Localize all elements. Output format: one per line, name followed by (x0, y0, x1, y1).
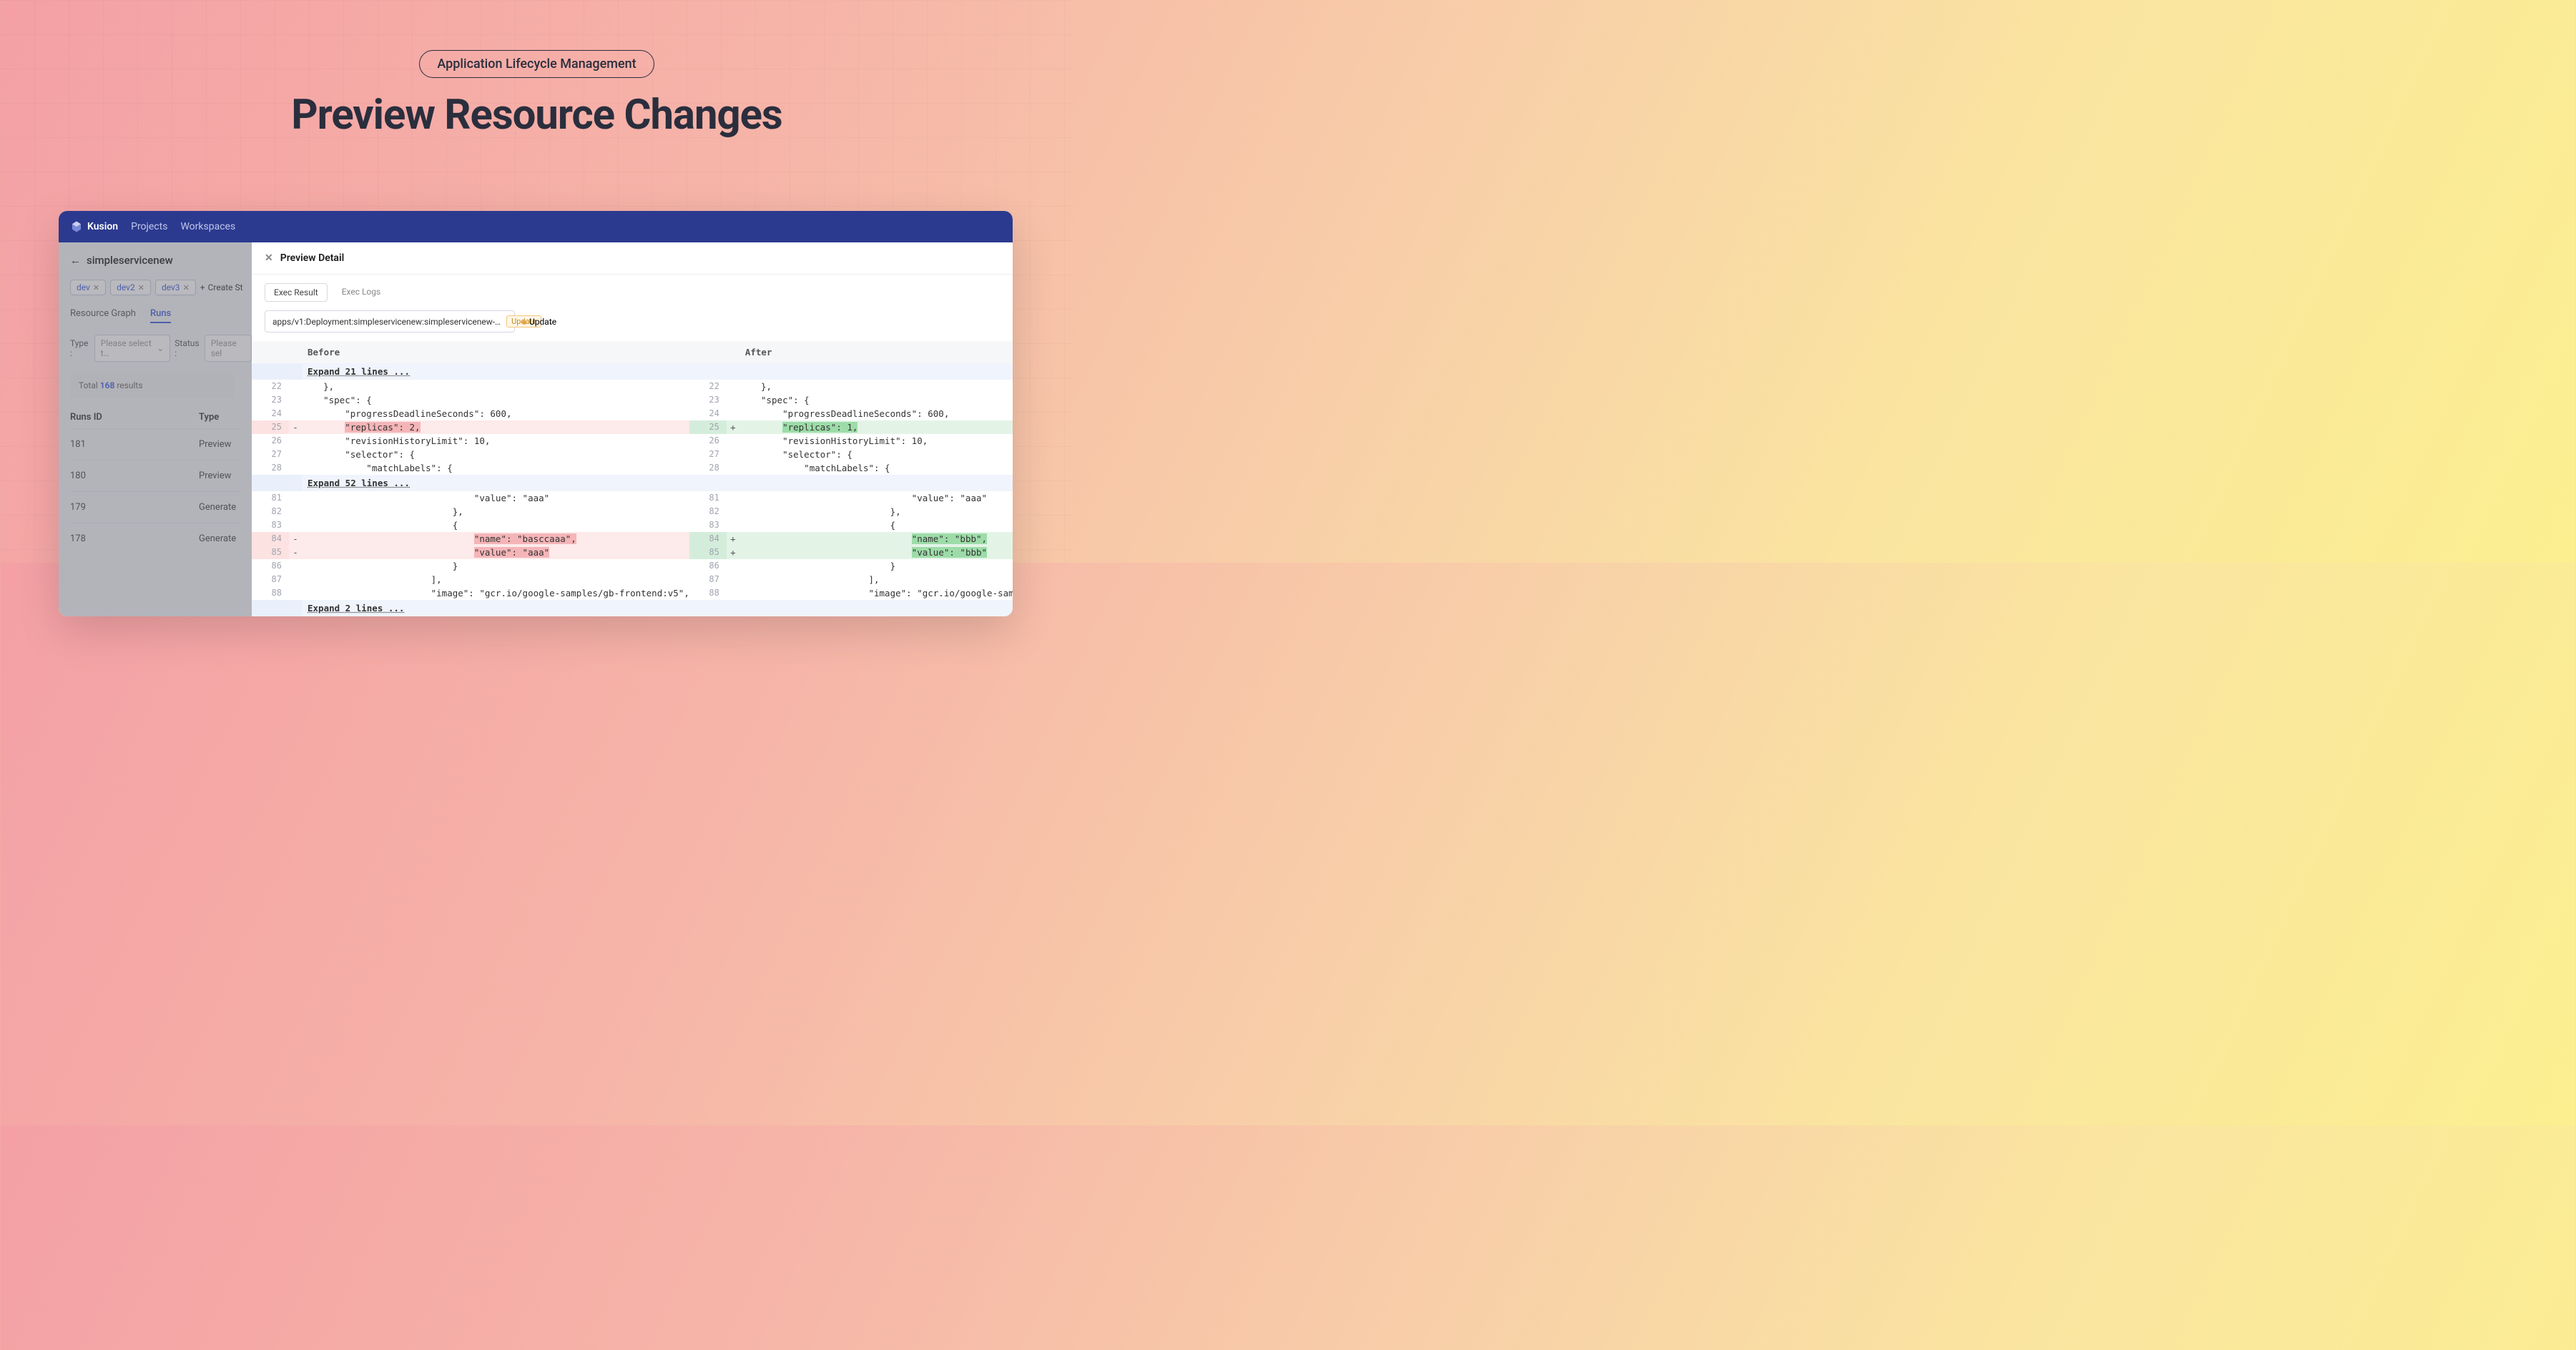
navbar: Kusion Projects Workspaces (59, 211, 1013, 242)
diff-line: 25- "replicas": 2,25+ "replicas": 1, (252, 420, 1013, 434)
diff-line: 85- "value": "aaa"85+ "value": "bbb" (252, 546, 1013, 559)
tab-exec-logs[interactable]: Exec Logs (333, 283, 390, 302)
close-icon[interactable]: ✕ (93, 283, 99, 292)
stack-tab-dev3[interactable]: dev3✕ (155, 280, 196, 295)
close-icon[interactable]: ✕ (183, 283, 190, 292)
expand-lines-button[interactable]: Expand 2 lines ... (252, 600, 1013, 616)
table-row[interactable]: 178Generate (70, 523, 242, 554)
diff-line: 84- "name": "basccaaa",84+ "name": "bbb"… (252, 532, 1013, 546)
diff-line: 26 "revisionHistoryLimit": 10,26 "revisi… (252, 434, 1013, 448)
diff-line: 27 "selector": {27 "selector": { (252, 448, 1013, 461)
brand-logo[interactable]: Kusion (70, 220, 118, 233)
plus-icon: + (200, 282, 205, 292)
table-row[interactable]: 181Preview (70, 428, 242, 460)
diff-line: 81 "value": "aaa"81 "value": "aaa" (252, 491, 1013, 505)
status-filter-select[interactable]: Please sel (205, 335, 252, 362)
diff-line: 83 {83 { (252, 518, 1013, 532)
stack-tab-dev2[interactable]: dev2✕ (110, 280, 151, 295)
close-icon[interactable]: ✕ (265, 252, 273, 264)
panel-title: Preview Detail (280, 252, 344, 264)
diff-line: 23 "spec": {23 "spec": { (252, 393, 1013, 407)
app-window: Kusion Projects Workspaces ← simpleservi… (59, 211, 1013, 616)
breadcrumb[interactable]: ← simpleservicenew (70, 254, 252, 267)
page-title: Preview Resource Changes (0, 91, 1073, 139)
diff-line: 22 },22 }, (252, 380, 1013, 393)
chevron-down-icon: ⌄ (157, 343, 164, 353)
nav-workspaces[interactable]: Workspaces (180, 221, 235, 232)
expand-lines-button[interactable]: Expand 21 lines ... (252, 363, 1013, 380)
tab-resource-graph[interactable]: Resource Graph (70, 308, 136, 323)
diff-line: 86 }86 } (252, 559, 1013, 573)
tab-exec-result[interactable]: Exec Result (265, 283, 328, 302)
diff-line: 28 "matchLabels": {28 "matchLabels": { (252, 461, 1013, 475)
preview-detail-panel: ✕ Preview Detail Exec Result Exec Logs a… (252, 242, 1013, 616)
stack-tab-dev[interactable]: dev✕ (70, 280, 106, 295)
brand-name: Kusion (87, 221, 118, 232)
status-label: Update (522, 317, 556, 327)
expand-lines-button[interactable]: Expand 52 lines ... (252, 475, 1013, 491)
breadcrumb-label: simpleservicenew (87, 254, 173, 267)
nav-projects[interactable]: Projects (131, 221, 167, 232)
diff-line: 24 "progressDeadlineSeconds": 600,24 "pr… (252, 407, 1013, 420)
brand-icon (70, 220, 83, 233)
diff-line: 88 "image": "gcr.io/google-samples/gb-fr… (252, 586, 1013, 600)
back-arrow-icon: ← (70, 254, 81, 267)
diff-line: 82 },82 }, (252, 505, 1013, 518)
before-header: Before (252, 341, 689, 363)
table-row[interactable]: 180Preview (70, 460, 242, 491)
sidebar: ← simpleservicenew dev✕ dev2✕ dev3✕ +Cre… (59, 242, 252, 616)
category-pill: Application Lifecycle Management (419, 50, 654, 78)
close-icon[interactable]: ✕ (138, 283, 144, 292)
status-filter-label: Status : (174, 338, 200, 358)
type-filter-label: Type : (70, 338, 90, 358)
runs-table: Runs ID Type 181Preview 180Preview 179Ge… (70, 406, 242, 554)
col-type: Type (199, 412, 219, 423)
status-dot-icon (522, 320, 526, 325)
type-filter-select[interactable]: Please select t…⌄ (94, 335, 170, 362)
create-stack-button[interactable]: +Create St (200, 282, 243, 292)
diff-view: Before After Expand 21 lines ...22 },22 … (252, 341, 1013, 616)
col-runs-id: Runs ID (70, 412, 199, 423)
resource-path: apps/v1:Deployment:simpleservicenew:simp… (272, 317, 501, 327)
resource-select[interactable]: apps/v1:Deployment:simpleservicenew:simp… (265, 310, 515, 332)
diff-line: 87 ],87 ], (252, 573, 1013, 586)
results-count: Total 168 results (70, 373, 235, 398)
after-header: After (689, 341, 1013, 363)
table-row[interactable]: 179Generate (70, 491, 242, 523)
tab-runs[interactable]: Runs (150, 308, 171, 323)
